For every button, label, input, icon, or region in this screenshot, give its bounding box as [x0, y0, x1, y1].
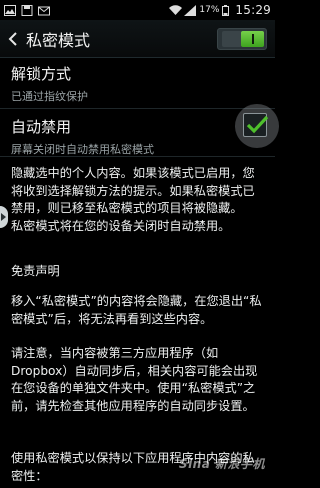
disclaimer-text-2: 请注意，当内容被第三方应用程序（如Dropbox）自动同步后，相关内容可能会出现…: [11, 346, 258, 413]
divider: [0, 156, 275, 157]
auto-disable-subtitle: 屏幕关闭时自动禁用私密模式: [11, 143, 154, 156]
divider: [0, 108, 275, 109]
status-right: 17% 15:29: [169, 3, 271, 17]
status-left: [4, 4, 50, 16]
unlock-method-row[interactable]: 解锁方式 已通过指纹保护: [0, 63, 275, 104]
wifi-icon: [169, 4, 183, 16]
toggle-off-side: [222, 31, 242, 47]
signal-icon: [184, 4, 197, 16]
status-bar: 17% 15:29: [0, 0, 275, 20]
description-text: 隐藏选中的个人内容。如果该模式已启用，您将收到选择解锁方法的提示。如果私密模式已…: [11, 166, 255, 233]
disclaimer-heading: 免责声明: [11, 264, 60, 278]
save-icon: [21, 4, 33, 16]
page-title: 私密模式: [26, 30, 91, 50]
auto-disable-row[interactable]: 自动禁用 屏幕关闭时自动禁用私密模式: [0, 116, 275, 157]
image-icon: [4, 4, 16, 16]
scroll-handle[interactable]: [0, 206, 8, 228]
private-mode-toggle[interactable]: [217, 28, 267, 50]
battery-percent: 17%: [199, 5, 220, 15]
toggle-knob-grip: [252, 34, 254, 44]
unlock-method-title: 解锁方式: [11, 65, 72, 83]
action-bar: 私密模式: [0, 20, 275, 58]
battery-icon: [222, 4, 230, 16]
clock: 15:29: [235, 3, 271, 17]
disclaimer-text-1: 移入“私密模式”的内容将会隐藏，在您退出“私密模式”后，将无法再看到这些内容。: [11, 294, 262, 326]
back-button[interactable]: [4, 20, 22, 58]
watermark: Sina 新浪手机: [178, 457, 265, 471]
checkmark-icon: [246, 115, 269, 134]
mail-icon: [38, 5, 50, 16]
chevron-left-icon: [8, 31, 17, 46]
auto-disable-checkbox[interactable]: [243, 113, 269, 137]
unlock-method-subtitle: 已通过指纹保护: [11, 90, 88, 103]
